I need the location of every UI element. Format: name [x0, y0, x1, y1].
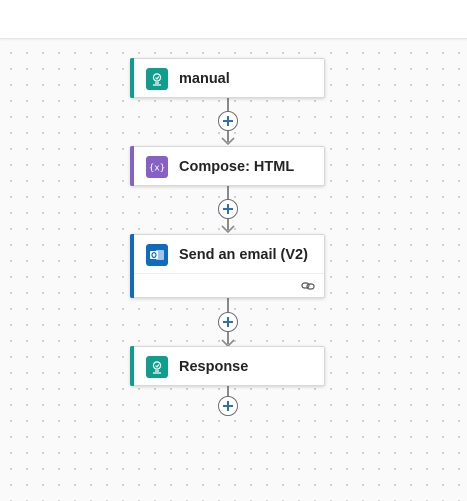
card-accent-bar [130, 146, 134, 186]
link-icon[interactable] [300, 279, 316, 293]
svg-text:{x}: {x} [149, 164, 165, 174]
request-trigger-icon [146, 68, 168, 90]
arrow-down-icon [221, 137, 235, 145]
card-accent-bar [130, 346, 134, 386]
step-title: manual [179, 71, 230, 87]
add-step-button[interactable] [218, 312, 238, 332]
top-toolbar [0, 0, 467, 39]
add-step-button[interactable] [218, 396, 238, 416]
card-divider [134, 273, 324, 274]
card-accent-bar [130, 234, 134, 298]
add-step-button[interactable] [218, 199, 238, 219]
add-step-button[interactable] [218, 111, 238, 131]
compose-braces-icon: {x} [146, 156, 168, 178]
step-title: Compose: HTML [179, 159, 295, 175]
request-trigger-icon [146, 356, 168, 378]
outlook-icon [146, 244, 168, 266]
step-card-send-email[interactable]: Send an email (V2) [130, 234, 325, 298]
step-title: Response [179, 359, 249, 375]
step-card-response[interactable]: Response [130, 346, 325, 386]
step-card-compose-html[interactable]: {x} Compose: HTML [130, 146, 325, 186]
step-card-manual[interactable]: manual [130, 58, 325, 98]
arrow-down-icon [221, 225, 235, 233]
card-accent-bar [130, 58, 134, 98]
step-title: Send an email (V2) [179, 247, 308, 263]
